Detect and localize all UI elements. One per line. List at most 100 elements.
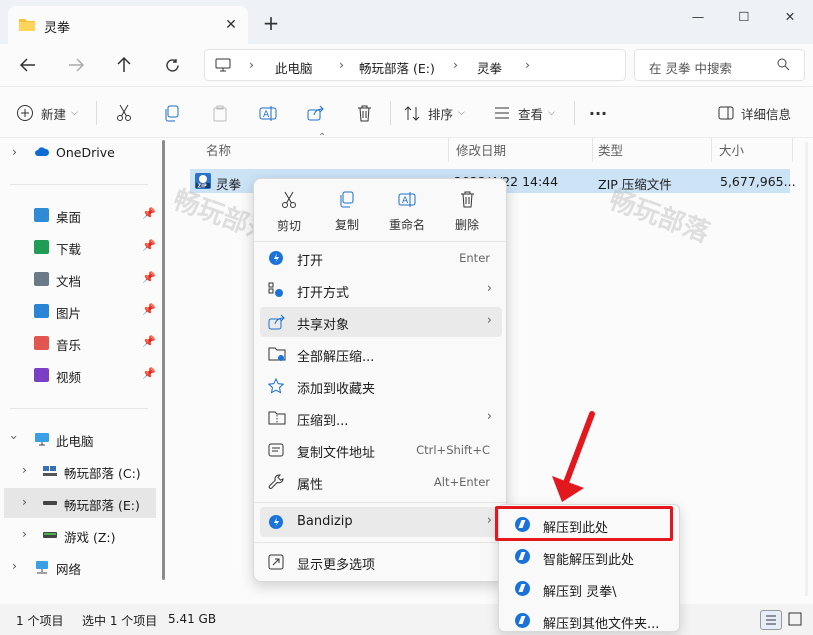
menu-item-open[interactable]: 打开 Enter: [260, 243, 502, 273]
chevron-right-icon: ›: [486, 281, 492, 296]
column-header-modified[interactable]: 修改日期: [456, 140, 506, 164]
chevron-right-icon: ›: [12, 144, 17, 159]
submenu-item-extract-other[interactable]: 解压到其他文件夹...: [503, 605, 675, 635]
drive-icon: [42, 531, 58, 539]
sort-label: 排序: [428, 106, 454, 122]
nav-label: 畅玩部落 (C:): [64, 466, 141, 481]
selected-size: 5.41 GB: [168, 612, 217, 626]
nav-item-drive-z[interactable]: › 游戏 (Z:): [0, 520, 160, 550]
breadcrumb-lingquan[interactable]: 灵拳: [477, 58, 502, 77]
nav-item-quick[interactable]: 下载 📌: [0, 232, 160, 262]
nav-item-quick[interactable]: 视频 📌: [0, 360, 160, 390]
search-input[interactable]: 在 灵拳 中搜索: [649, 58, 732, 77]
chevron-right-icon: ›: [249, 57, 254, 72]
tiles-view-button[interactable]: [788, 612, 802, 626]
status-bar: 1 个项目 选中 1 个项目 5.41 GB: [0, 604, 813, 634]
svg-text:A: A: [263, 110, 270, 120]
close-tab-icon[interactable]: ✕: [222, 16, 240, 34]
menu-item-add-favorite[interactable]: 添加到收藏夹: [260, 371, 502, 401]
menu-item-show-more[interactable]: 显示更多选项: [260, 547, 502, 577]
breadcrumb-drive-e[interactable]: 畅玩部落 (E:): [359, 58, 435, 77]
context-menu: 剪切 复制 A 重命名 删除 打开 Enter 打开方式 › 共享对象 › 全部…: [253, 178, 507, 582]
details-icon: [718, 106, 734, 120]
cut-icon[interactable]: [112, 99, 136, 127]
nav-label: 下载: [56, 242, 82, 257]
chevron-down-icon: ⌵: [71, 108, 78, 118]
nav-item-quick[interactable]: 图片 📌: [0, 296, 160, 326]
new-tab-button[interactable]: +: [260, 11, 282, 35]
menu-shortcut: Alt+Enter: [433, 475, 490, 489]
sort-arrow-icon: ⌃: [318, 132, 327, 143]
nav-scrollbar[interactable]: [162, 140, 165, 580]
music-icon: [34, 336, 49, 350]
new-button[interactable]: 新建 ⌵: [16, 99, 78, 127]
menu-item-copy-path[interactable]: 复制文件地址 Ctrl+Shift+C: [260, 435, 502, 465]
chevron-right-icon: ›: [339, 57, 344, 72]
chevron-down-icon: ⌵: [548, 108, 555, 118]
download-icon: [34, 240, 49, 254]
column-header-type[interactable]: 类型: [598, 140, 623, 164]
delete-action[interactable]: 删除: [442, 187, 492, 237]
menu-item-share[interactable]: 共享对象 ›: [260, 307, 502, 337]
submenu-item-smart-extract[interactable]: 智能解压到此处: [503, 541, 675, 571]
nav-item-drive-e[interactable]: › 畅玩部落 (E:): [4, 488, 156, 518]
nav-label: 此电脑: [56, 434, 94, 449]
rename-label: 重命名: [388, 218, 425, 232]
column-header-name[interactable]: 名称: [206, 140, 231, 164]
menu-label: 属性: [297, 478, 324, 493]
more-options-button[interactable]: ···: [586, 99, 610, 127]
divider: [254, 542, 506, 543]
refresh-button[interactable]: [158, 52, 186, 78]
breadcrumb-this-pc[interactable]: 此电脑: [275, 58, 313, 77]
title-bar: 灵拳 ✕ + — ☐ ✕: [0, 0, 813, 44]
tab-lingquan[interactable]: 灵拳 ✕: [8, 6, 248, 44]
rename-action[interactable]: A 重命名: [382, 187, 432, 237]
folder-icon: [18, 17, 36, 32]
nav-item-this-pc[interactable]: › 此电脑: [0, 424, 160, 454]
forward-button[interactable]: [62, 52, 90, 78]
nav-item-quick[interactable]: 桌面 📌: [0, 200, 160, 230]
rename-icon[interactable]: A: [256, 99, 280, 127]
divider: [448, 138, 449, 162]
nav-item-network[interactable]: › 网络: [0, 552, 160, 582]
selected-count: 选中 1 个项目: [82, 614, 158, 628]
chevron-right-icon: ›: [22, 494, 27, 509]
menu-label: 全部解压缩...: [297, 350, 375, 365]
submenu-item-extract-to-folder[interactable]: 解压到 灵拳\: [503, 573, 675, 603]
address-row: › 此电脑 › 畅玩部落 (E:) › 灵拳 › 在 灵拳 中搜索: [0, 44, 813, 86]
menu-item-open-with[interactable]: 打开方式 ›: [260, 275, 502, 305]
paste-icon[interactable]: [208, 99, 232, 127]
maximize-button[interactable]: ☐: [721, 0, 767, 32]
sort-button[interactable]: 排序 ⌵: [404, 99, 465, 127]
address-bar[interactable]: › 此电脑 › 畅玩部落 (E:) › 灵拳 ›: [204, 49, 626, 81]
nav-item-drive-c[interactable]: › 畅玩部落 (C:): [0, 456, 160, 486]
search-box[interactable]: 在 灵拳 中搜索: [634, 49, 805, 81]
menu-label: 共享对象: [297, 318, 350, 333]
copy-icon[interactable]: [160, 99, 184, 127]
minimize-button[interactable]: —: [675, 0, 721, 32]
close-window-button[interactable]: ✕: [767, 0, 813, 32]
view-button[interactable]: 查看 ⌵: [494, 99, 555, 127]
menu-item-compress-to[interactable]: 压缩到... ›: [260, 403, 502, 433]
share-icon[interactable]: [304, 99, 328, 127]
menu-item-extract-all[interactable]: 全部解压缩...: [260, 339, 502, 369]
menu-label: 压缩到...: [297, 414, 349, 429]
menu-item-bandizip[interactable]: Bandizip ›: [260, 507, 502, 537]
up-button[interactable]: [110, 52, 138, 78]
copy-action[interactable]: 复制: [322, 187, 372, 237]
zip-folder-icon: [268, 410, 286, 426]
menu-label: 显示更多选项: [297, 558, 376, 573]
delete-icon[interactable]: [352, 99, 376, 127]
column-header-size[interactable]: 大小: [719, 140, 744, 164]
content-scrollbar[interactable]: [805, 142, 808, 596]
nav-item-onedrive[interactable]: › OneDrive: [0, 138, 160, 168]
details-view-button[interactable]: [760, 610, 782, 630]
details-pane-button[interactable]: 详细信息: [718, 99, 791, 127]
back-button[interactable]: [14, 52, 42, 78]
drive-icon: [42, 500, 58, 506]
cut-action[interactable]: 剪切: [264, 187, 314, 237]
menu-item-properties[interactable]: 属性 Alt+Enter: [260, 467, 502, 497]
nav-item-quick[interactable]: 文档 📌: [0, 264, 160, 294]
chevron-down-icon: ›: [7, 435, 22, 440]
nav-item-quick[interactable]: 音乐 📌: [0, 328, 160, 358]
